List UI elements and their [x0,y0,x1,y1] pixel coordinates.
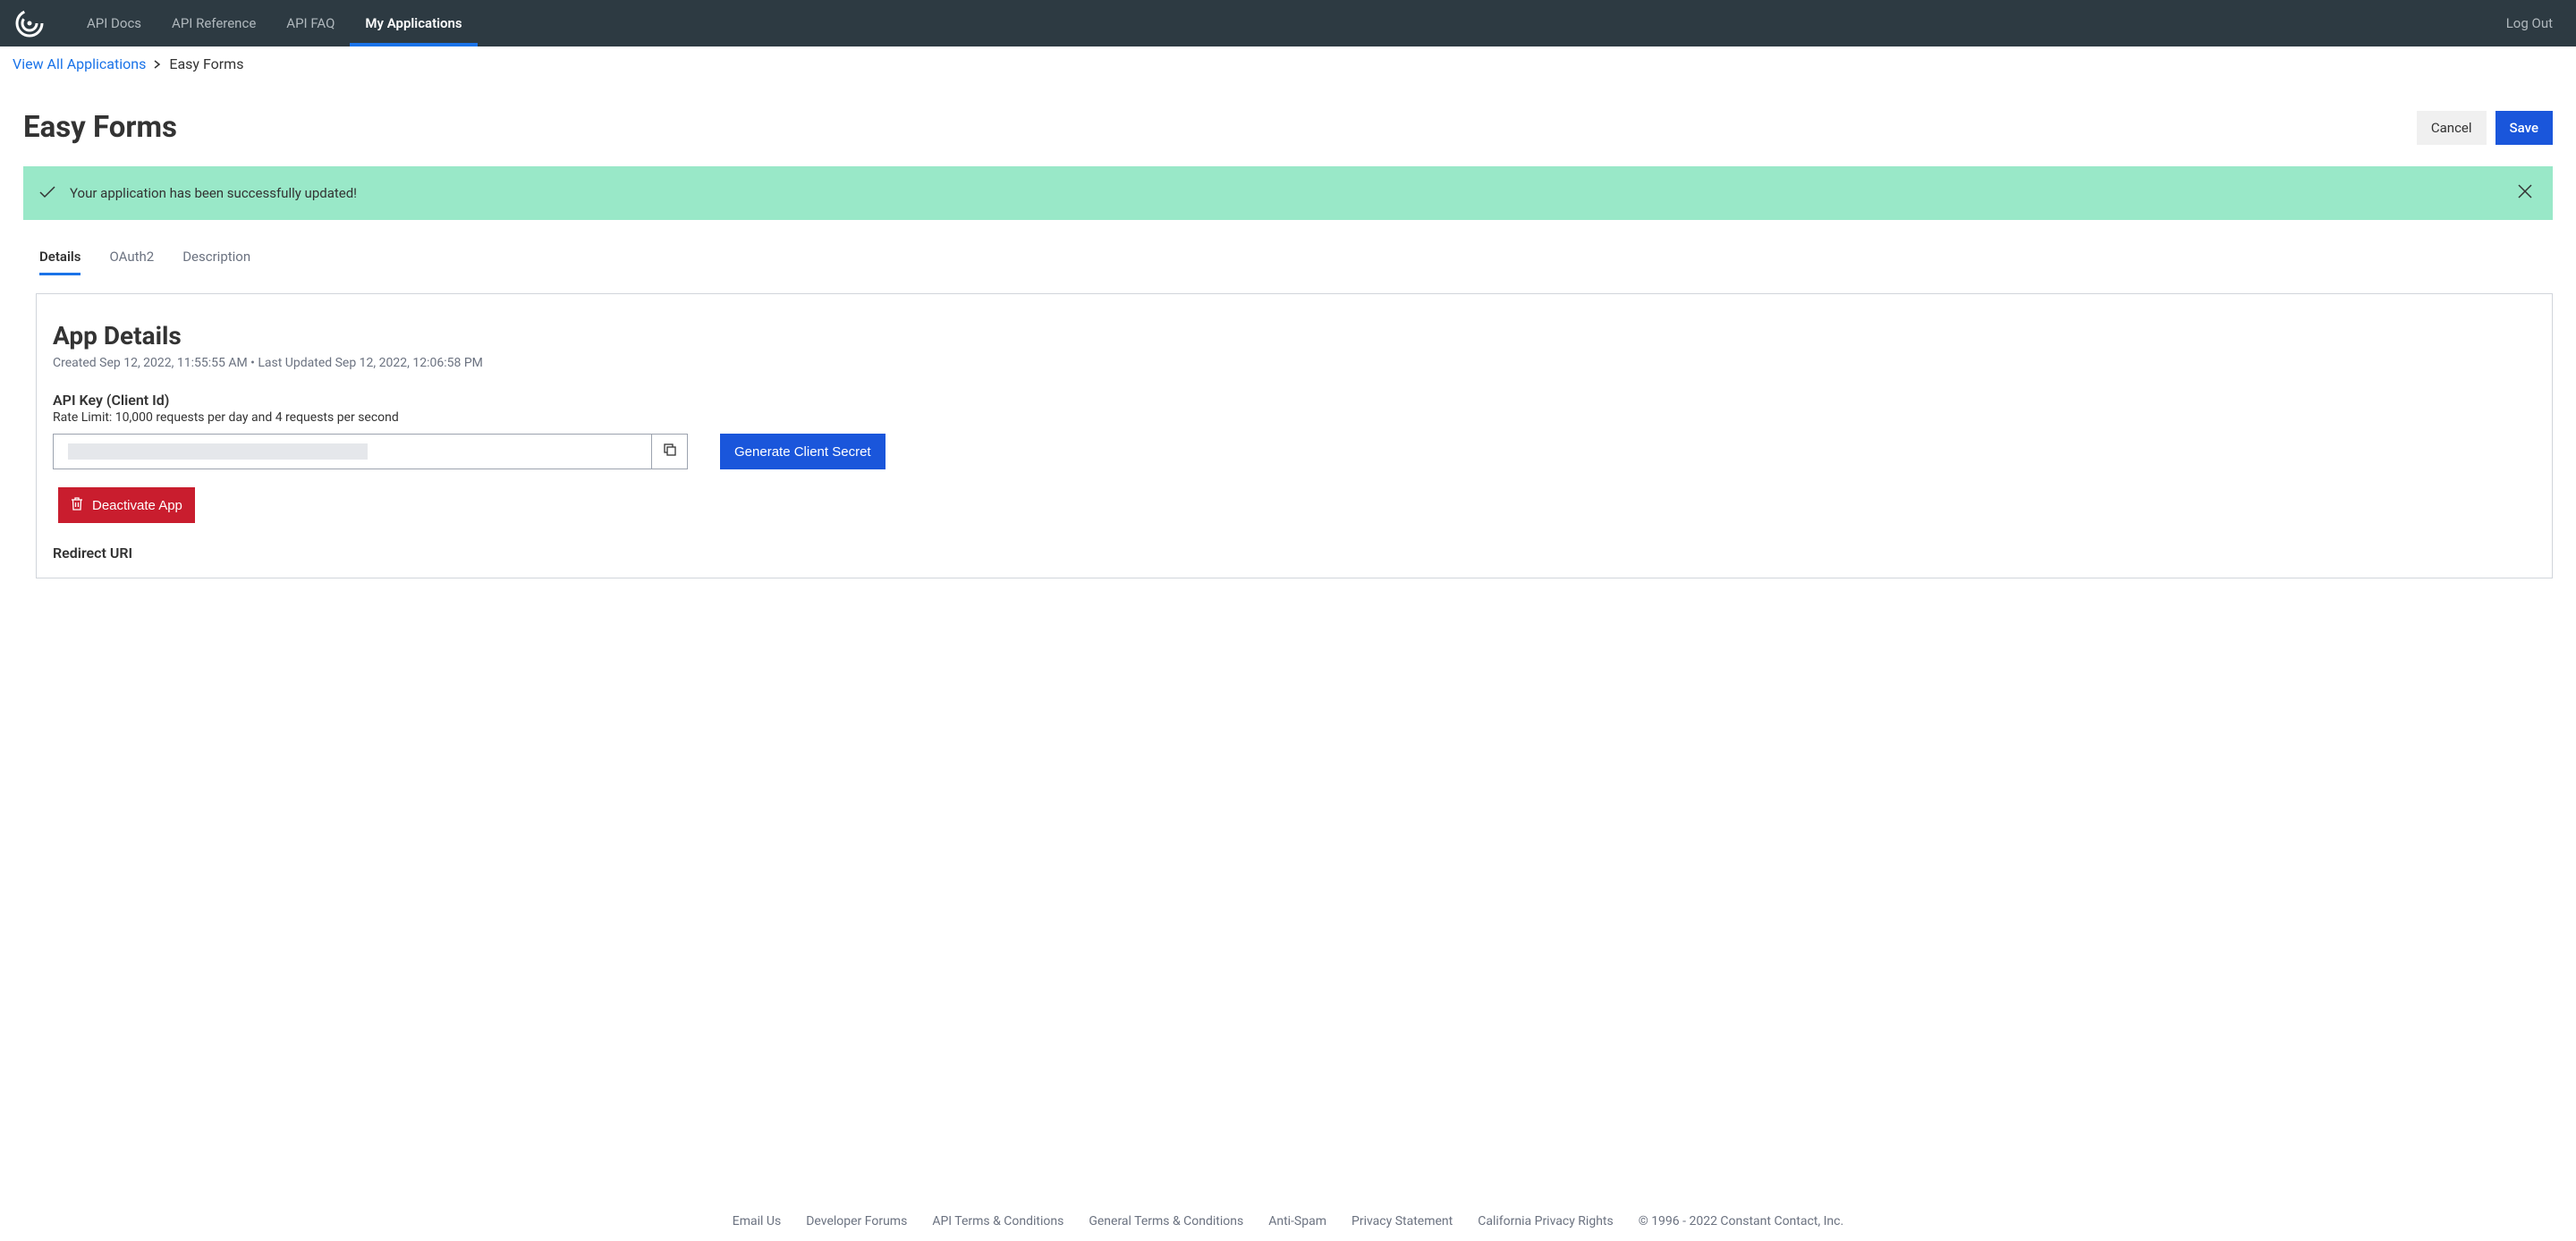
rate-limit-text: Rate Limit: 10,000 requests per day and … [53,410,2536,425]
app-details-card: App Details Created Sep 12, 2022, 11:55:… [36,293,2553,578]
deactivate-app-button[interactable]: Deactivate App [58,487,195,523]
api-key-label: API Key (Client Id) [53,392,2536,409]
nav-my-applications[interactable]: My Applications [350,0,477,46]
app-meta: Created Sep 12, 2022, 11:55:55 AM • Last… [53,356,2536,370]
footer-general-terms[interactable]: General Terms & Conditions [1089,1214,1243,1228]
deactivate-label: Deactivate App [92,498,182,513]
page-title: Easy Forms [23,110,177,145]
nav-left: API Docs API Reference API FAQ My Applic… [14,0,478,46]
footer-ca-privacy[interactable]: California Privacy Rights [1478,1214,1613,1228]
close-icon [2517,186,2533,203]
top-navbar: API Docs API Reference API FAQ My Applic… [0,0,2576,46]
footer-anti-spam[interactable]: Anti-Spam [1268,1214,1326,1228]
footer: Email Us Developer Forums API Terms & Co… [0,1202,2576,1241]
footer-copyright: © 1996 - 2022 Constant Contact, Inc. [1639,1214,1843,1228]
api-key-row: Generate Client Secret [53,434,2536,469]
alert-content: Your application has been successfully u… [39,185,357,202]
page-header: Easy Forms Cancel Save [0,81,2576,166]
footer-api-terms[interactable]: API Terms & Conditions [932,1214,1063,1228]
chevron-right-icon [153,55,162,72]
footer-email-us[interactable]: Email Us [733,1214,781,1228]
trash-icon [71,496,83,514]
cancel-button[interactable]: Cancel [2417,111,2487,145]
redirect-uri-label: Redirect URI [53,545,2536,561]
nav-api-docs[interactable]: API Docs [72,0,157,46]
nav-api-faq[interactable]: API FAQ [271,0,350,46]
check-icon [39,185,55,202]
api-key-field [53,434,688,469]
card-heading: App Details [53,321,2536,350]
logout-link[interactable]: Log Out [2497,15,2562,31]
breadcrumb: View All Applications Easy Forms [0,46,2576,81]
alert-message: Your application has been successfully u… [70,185,357,201]
nav-api-reference[interactable]: API Reference [157,0,271,46]
alert-close-button[interactable] [2513,180,2537,207]
api-key-value[interactable] [54,435,651,469]
tab-description[interactable]: Description [182,249,250,272]
save-button[interactable]: Save [2496,111,2553,145]
footer-privacy[interactable]: Privacy Statement [1352,1214,1453,1228]
tab-oauth2[interactable]: OAuth2 [109,249,154,272]
tab-details[interactable]: Details [39,249,80,272]
generate-client-secret-button[interactable]: Generate Client Secret [720,434,886,469]
brand-logo-icon [14,8,45,38]
api-key-redacted [68,443,368,460]
header-actions: Cancel Save [2417,111,2553,145]
tabs: Details OAuth2 Description [0,249,2576,272]
breadcrumb-current: Easy Forms [169,55,243,72]
footer-developer-forums[interactable]: Developer Forums [806,1214,907,1228]
success-alert: Your application has been successfully u… [23,166,2553,220]
copy-icon [663,443,677,460]
copy-api-key-button[interactable] [651,435,687,469]
breadcrumb-all-apps[interactable]: View All Applications [13,55,146,72]
